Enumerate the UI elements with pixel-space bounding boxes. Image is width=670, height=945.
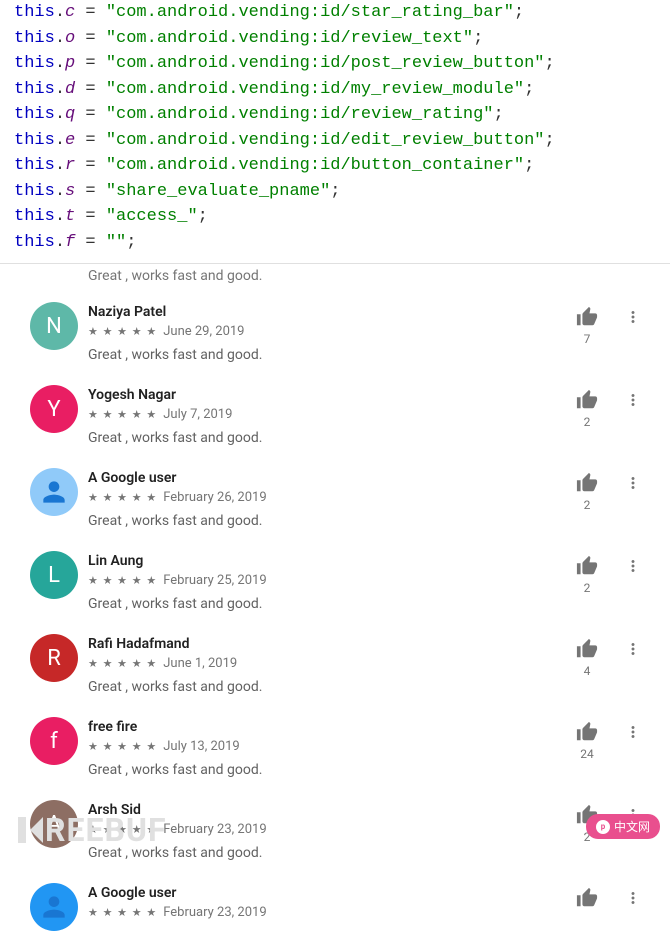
review-text: Great , works fast and good. [88, 762, 642, 778]
more-vertical-icon [624, 308, 642, 326]
more-vertical-icon [624, 474, 642, 492]
thumb-up-icon [576, 472, 598, 494]
avatar[interactable] [30, 883, 78, 931]
avatar-initial: L [48, 563, 60, 588]
review-item: A Google user ★ ★ ★ ★ ★ February 23, 2019 [0, 875, 670, 945]
review-date: February 23, 2019 [163, 822, 266, 837]
review-text: Great , works fast and good. [88, 679, 642, 695]
more-vertical-icon [624, 640, 642, 658]
like-button[interactable]: 7 [576, 306, 598, 346]
star-rating: ★ ★ ★ ★ ★ [88, 657, 157, 670]
star-rating: ★ ★ ★ ★ ★ [88, 408, 157, 421]
more-vertical-icon [624, 889, 642, 907]
watermark-right: p 中文网 [586, 814, 660, 839]
avatar[interactable] [30, 468, 78, 516]
like-count: 24 [580, 747, 594, 761]
avatar[interactable]: N [30, 302, 78, 350]
like-button[interactable]: 2 [576, 389, 598, 429]
like-button[interactable] [576, 887, 598, 909]
thumb-up-icon [576, 638, 598, 660]
watermark-left: REEBUF [18, 811, 167, 849]
review-date: July 13, 2019 [163, 739, 240, 754]
reviewer-name: Rafi Hadafmand [88, 636, 642, 652]
review-text: Great , works fast and good. [88, 347, 642, 363]
review-date: February 26, 2019 [163, 490, 266, 505]
review-item: Y Yogesh Nagar ★ ★ ★ ★ ★ July 7, 2019 Great … [0, 377, 670, 460]
review-date: June 29, 2019 [163, 324, 244, 339]
review-item: A Google user ★ ★ ★ ★ ★ February 26, 2019 G… [0, 460, 670, 543]
review-item: L Lin Aung ★ ★ ★ ★ ★ February 25, 2019 Great… [0, 543, 670, 626]
avatar[interactable]: R [30, 634, 78, 682]
reviewer-name: Yogesh Nagar [88, 387, 642, 403]
partial-review-text: Great , works fast and good. [88, 268, 670, 284]
thumb-up-icon [576, 887, 598, 909]
star-rating: ★ ★ ★ ★ ★ [88, 574, 157, 587]
review-item: f free fire ★ ★ ★ ★ ★ July 13, 2019 Great , … [0, 709, 670, 792]
thumb-up-icon [576, 555, 598, 577]
silhouette-icon [38, 891, 70, 923]
more-options-button[interactable] [624, 308, 642, 330]
php-logo-icon: p [596, 820, 610, 834]
like-button[interactable]: 24 [576, 721, 598, 761]
avatar[interactable]: f [30, 717, 78, 765]
review-item: R Rafi Hadafmand ★ ★ ★ ★ ★ June 1, 2019 Grea… [0, 626, 670, 709]
reviewer-name: A Google user [88, 470, 642, 486]
more-options-button[interactable] [624, 474, 642, 496]
avatar[interactable]: L [30, 551, 78, 599]
more-vertical-icon [624, 723, 642, 741]
like-count: 2 [584, 581, 591, 595]
like-button[interactable]: 4 [576, 638, 598, 678]
more-vertical-icon [624, 557, 642, 575]
avatar-initial: R [47, 646, 61, 671]
star-rating: ★ ★ ★ ★ ★ [88, 325, 157, 338]
thumb-up-icon [576, 721, 598, 743]
like-count: 4 [584, 664, 591, 678]
review-item: N Naziya Patel ★ ★ ★ ★ ★ June 29, 2019 Great… [0, 294, 670, 377]
more-options-button[interactable] [624, 723, 642, 745]
review-date: February 25, 2019 [163, 573, 266, 588]
more-options-button[interactable] [624, 557, 642, 579]
reviewer-name: Arsh Sid [88, 802, 642, 818]
reviewer-name: Lin Aung [88, 553, 642, 569]
like-button[interactable]: 2 [576, 555, 598, 595]
more-options-button[interactable] [624, 889, 642, 911]
avatar-initial: Y [47, 397, 60, 422]
like-button[interactable]: 2 [576, 472, 598, 512]
review-text: Great , works fast and good. [88, 513, 642, 529]
reviewer-name: A Google user [88, 885, 642, 901]
more-options-button[interactable] [624, 391, 642, 413]
like-count: 2 [584, 498, 591, 512]
avatar-initial: N [46, 314, 62, 339]
like-count: 7 [584, 332, 591, 346]
star-rating: ★ ★ ★ ★ ★ [88, 491, 157, 504]
review-date: July 7, 2019 [163, 407, 232, 422]
review-date: June 1, 2019 [163, 656, 237, 671]
code-block: this.c = "com.android.vending:id/star_ra… [0, 0, 670, 264]
reviewer-name: Naziya Patel [88, 304, 642, 320]
avatar[interactable]: Y [30, 385, 78, 433]
thumb-up-icon [576, 389, 598, 411]
like-count: 2 [584, 415, 591, 429]
more-options-button[interactable] [624, 640, 642, 662]
review-text: Great , works fast and good. [88, 430, 642, 446]
reviewer-name: free fire [88, 719, 642, 735]
star-rating: ★ ★ ★ ★ ★ [88, 740, 157, 753]
thumb-up-icon [576, 306, 598, 328]
star-rating: ★ ★ ★ ★ ★ [88, 906, 157, 919]
review-text: Great , works fast and good. [88, 596, 642, 612]
review-date: February 23, 2019 [163, 905, 266, 920]
more-vertical-icon [624, 391, 642, 409]
silhouette-icon [38, 476, 70, 508]
avatar-initial: f [50, 729, 58, 754]
